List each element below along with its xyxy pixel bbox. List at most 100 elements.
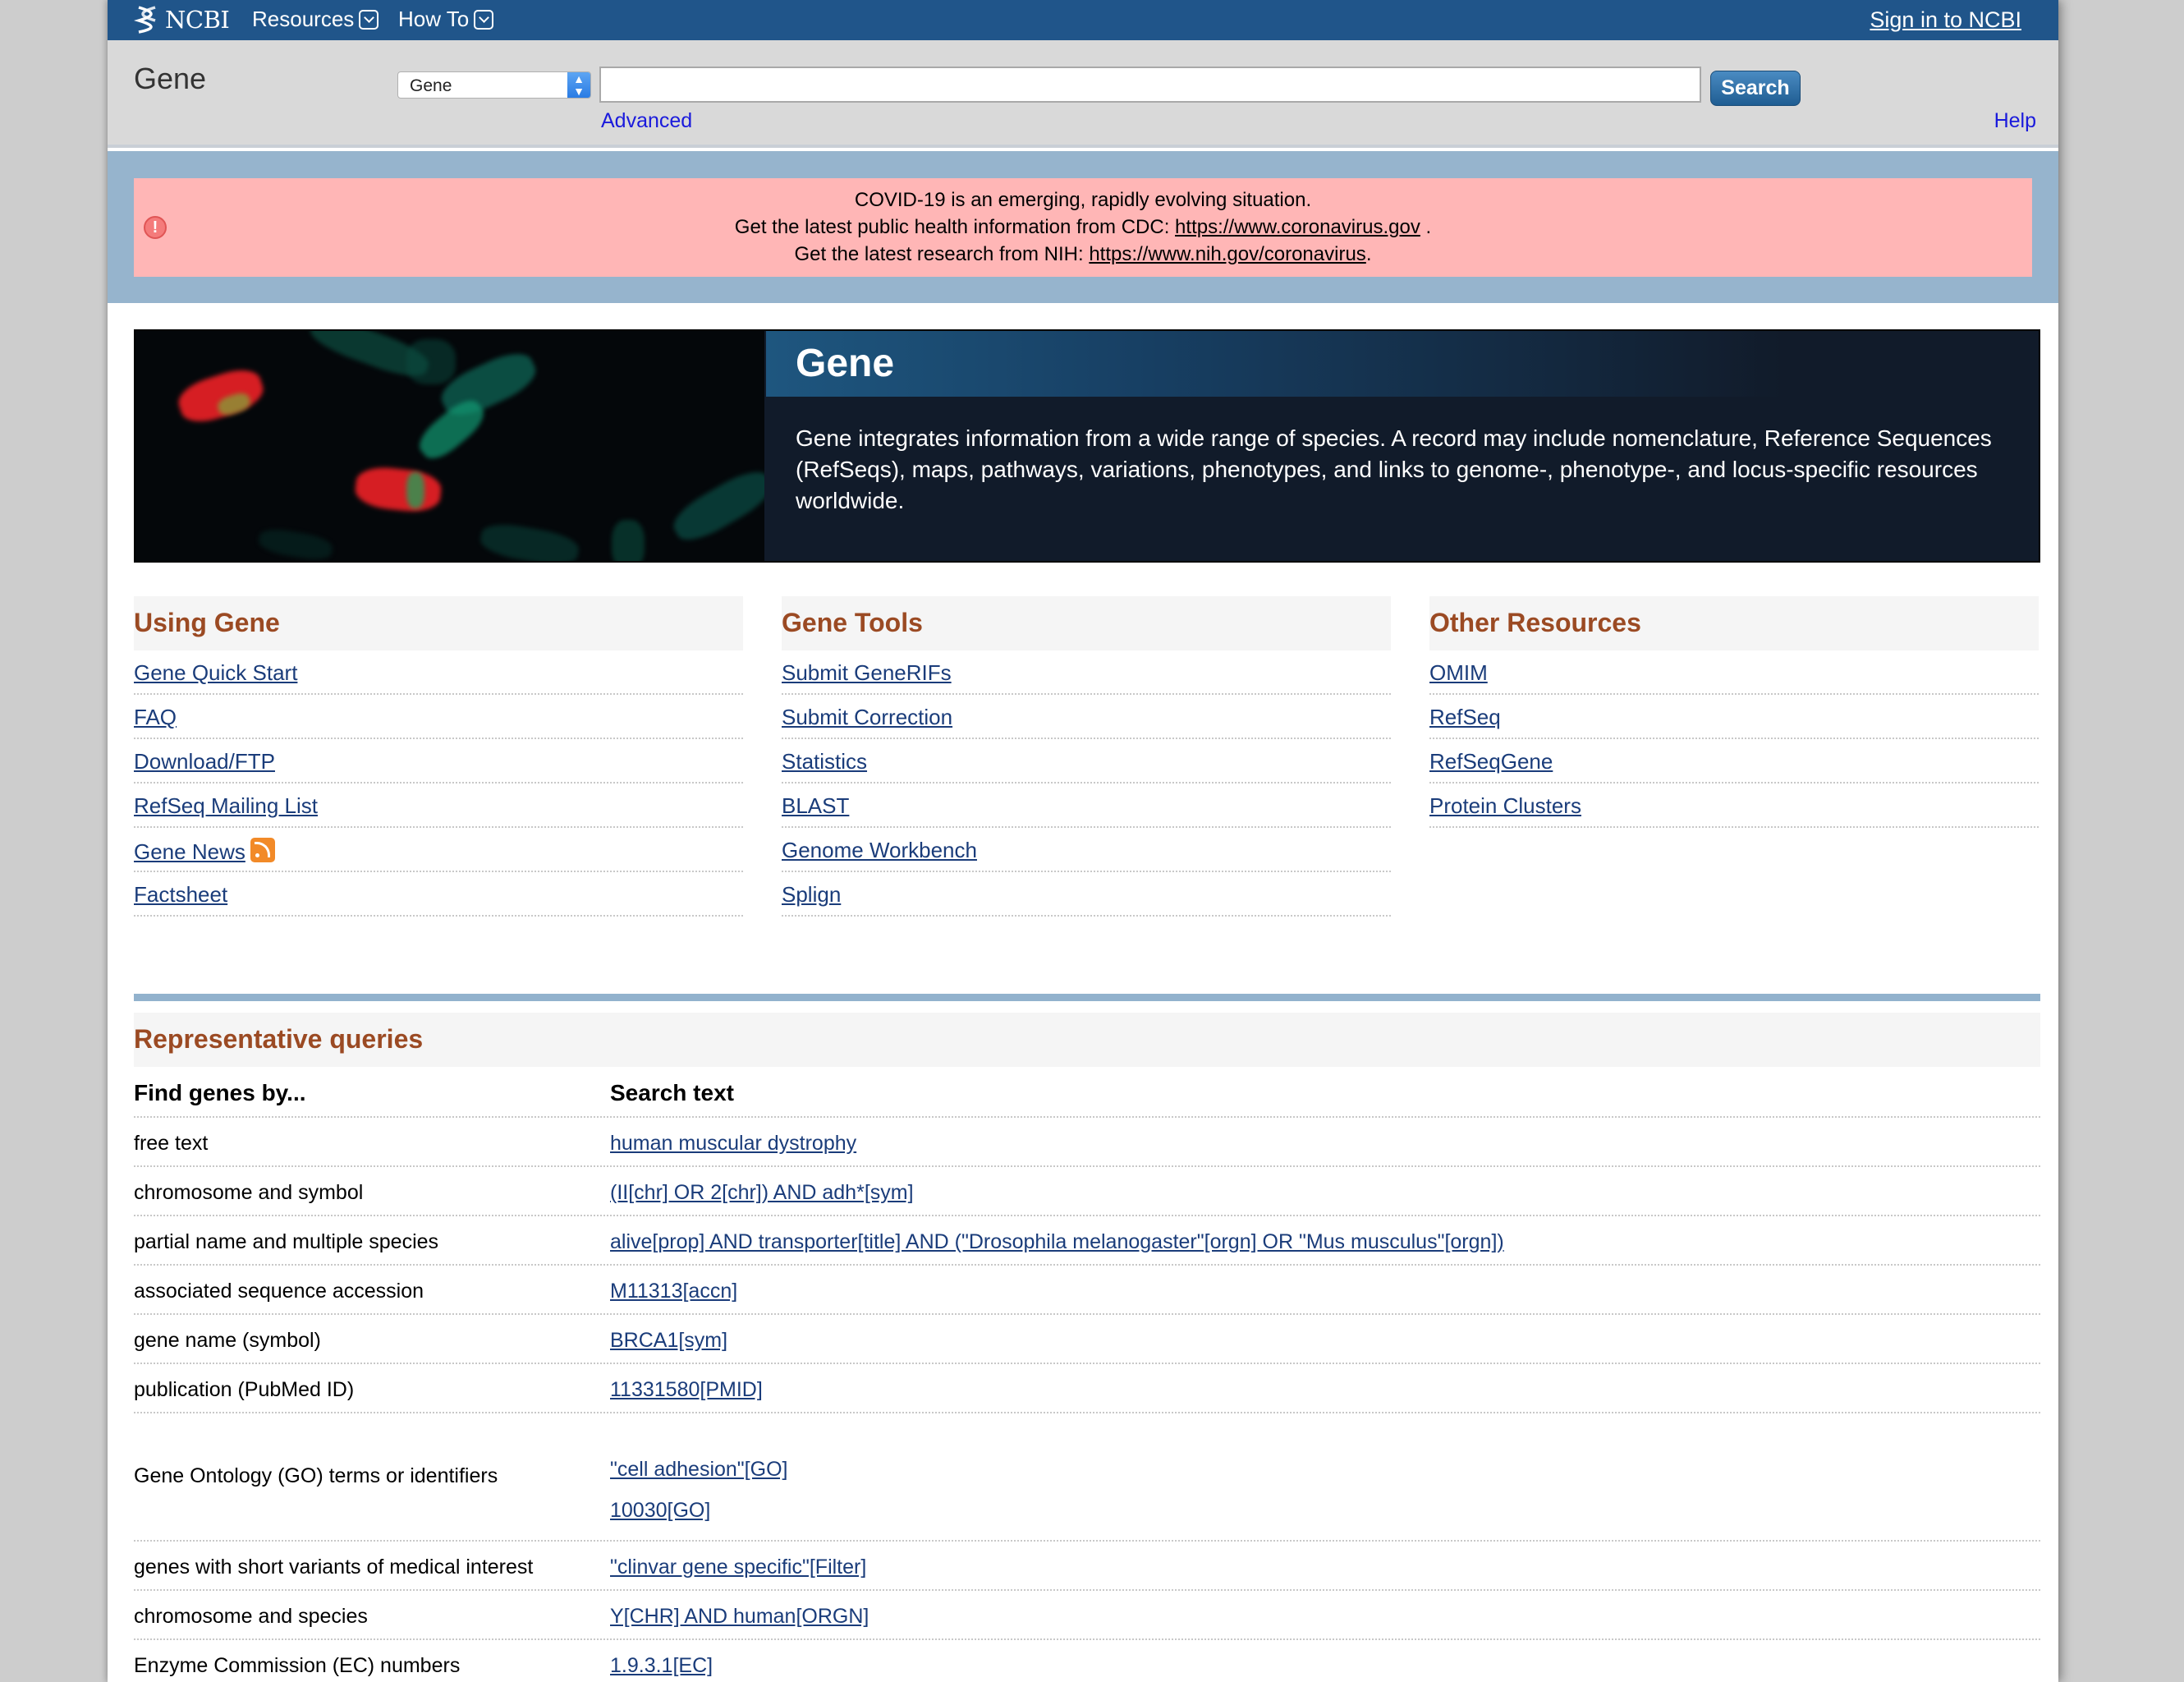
hero-title-band	[766, 331, 2039, 397]
alert-line-1: COVID-19 is an emerging, rapidly evolvin…	[854, 189, 1312, 211]
database-title: Gene	[134, 62, 207, 95]
omim-link[interactable]: OMIM	[1429, 660, 1488, 685]
list-item: Submit GeneRIFs	[782, 650, 1391, 695]
blast-link[interactable]: BLAST	[782, 793, 849, 818]
query-link[interactable]: Y[CHR] AND human[ORGN]	[610, 1605, 869, 1629]
search-input[interactable]	[599, 67, 1701, 103]
query-label: Enzyme Commission (EC) numbers	[134, 1654, 461, 1677]
table-row: free text human muscular dystrophy	[134, 1118, 2040, 1167]
database-select[interactable]: Gene ▲ ▼	[397, 71, 591, 99]
table-row: partial name and multiple species alive[…	[134, 1216, 2040, 1266]
genome-workbench-link[interactable]: Genome Workbench	[782, 838, 977, 862]
alert-line-2: Get the latest public health information…	[134, 214, 2032, 241]
warning-icon: !	[144, 216, 167, 239]
using-gene-section: Using Gene Gene Quick Start FAQ Download…	[134, 596, 743, 917]
refseq-mailing-list-link[interactable]: RefSeq Mailing List	[134, 793, 318, 818]
query-link[interactable]: 11331580[PMID]	[610, 1378, 763, 1402]
section-divider	[134, 994, 2040, 1001]
query-label: chromosome and species	[134, 1605, 368, 1628]
list-item: Statistics	[782, 739, 1391, 784]
query-link[interactable]: "clinvar gene specific"[Filter]	[610, 1556, 866, 1579]
list-item: OMIM	[1429, 650, 2039, 695]
resources-menu-label: Resources	[252, 7, 355, 31]
query-label: gene name (symbol)	[134, 1329, 321, 1352]
ncbi-helix-icon	[134, 6, 156, 34]
alert-band: ! COVID-19 is an emerging, rapidly evolv…	[108, 151, 2058, 303]
refseq-link[interactable]: RefSeq	[1429, 705, 1501, 729]
advanced-search-link[interactable]: Advanced	[601, 109, 692, 133]
query-label: free text	[134, 1132, 209, 1155]
representative-queries-heading: Representative queries	[134, 1013, 2040, 1067]
download-ftp-link[interactable]: Download/FTP	[134, 749, 275, 774]
list-item: Gene News	[134, 828, 743, 872]
gene-quick-start-link[interactable]: Gene Quick Start	[134, 660, 297, 685]
query-link[interactable]: BRCA1[sym]	[610, 1329, 727, 1353]
select-arrows-icon: ▲ ▼	[567, 72, 590, 98]
query-label: genes with short variants of medical int…	[134, 1556, 534, 1579]
query-link[interactable]: M11313[accn]	[610, 1280, 737, 1303]
query-link[interactable]: "cell adhesion"[GO]	[610, 1458, 787, 1482]
column-header: Find genes by...	[134, 1080, 306, 1105]
alert-line-2-suffix: .	[1425, 216, 1432, 238]
query-link[interactable]: 10030[GO]	[610, 1499, 710, 1523]
section-heading: Using Gene	[134, 596, 743, 650]
query-label: publication (PubMed ID)	[134, 1378, 355, 1401]
sign-in-link[interactable]: Sign in to NCBI	[1870, 7, 2021, 33]
other-resources-section: Other Resources OMIM RefSeq RefSeqGene P…	[1429, 596, 2039, 828]
gene-news-link[interactable]: Gene News	[134, 839, 245, 864]
nih-link[interactable]: https://www.nih.gov/coronavirus	[1089, 243, 1366, 265]
page: NCBI Resources How To Sign in to NCBI Ge…	[108, 0, 2058, 1682]
list-item: Factsheet	[134, 872, 743, 917]
list-item: Gene Quick Start	[134, 650, 743, 695]
help-link[interactable]: Help	[1994, 109, 2036, 133]
gene-tools-section: Gene Tools Submit GeneRIFs Submit Correc…	[782, 596, 1391, 917]
list-item: BLAST	[782, 784, 1391, 828]
list-item: RefSeq Mailing List	[134, 784, 743, 828]
table-row: associated sequence accession M11313[acc…	[134, 1266, 2040, 1315]
alert-line-3: Get the latest research from NIH: https:…	[134, 241, 2032, 268]
table-row: chromosome and species Y[CHR] AND human[…	[134, 1591, 2040, 1640]
search-button[interactable]: Search	[1710, 71, 1801, 106]
list-item: Genome Workbench	[782, 828, 1391, 872]
rss-feed-icon[interactable]	[250, 838, 275, 862]
faq-link[interactable]: FAQ	[134, 705, 177, 729]
list-item: Protein Clusters	[1429, 784, 2039, 828]
list-item: FAQ	[134, 695, 743, 739]
alert-line-3-text: Get the latest research from NIH:	[794, 243, 1084, 265]
query-label: partial name and multiple species	[134, 1230, 439, 1253]
query-link[interactable]: 1.9.3.1[EC]	[610, 1654, 713, 1678]
ncbi-logo[interactable]: NCBI	[134, 3, 230, 36]
list-item: RefSeqGene	[1429, 739, 2039, 784]
howto-menu[interactable]: How To	[398, 7, 494, 32]
cdc-link[interactable]: https://www.coronavirus.gov	[1175, 216, 1420, 238]
column-header: Search text	[610, 1080, 734, 1105]
factsheet-link[interactable]: Factsheet	[134, 882, 227, 907]
hero-title: Gene	[796, 342, 895, 385]
splign-link[interactable]: Splign	[782, 882, 841, 907]
hero-description: Gene integrates information from a wide …	[796, 425, 1992, 513]
chromosome-image	[135, 331, 764, 561]
query-link[interactable]: (II[chr] OR 2[chr]) AND adh*[sym]	[610, 1181, 914, 1205]
alert-line-2-text: Get the latest public health information…	[734, 216, 1170, 238]
table-row: Gene Ontology (GO) terms or identifiers …	[134, 1413, 2040, 1542]
table-row: gene name (symbol) BRCA1[sym]	[134, 1315, 2040, 1364]
protein-clusters-link[interactable]: Protein Clusters	[1429, 793, 1581, 818]
statistics-link[interactable]: Statistics	[782, 749, 867, 774]
table-row: genes with short variants of medical int…	[134, 1542, 2040, 1591]
list-item: RefSeq	[1429, 695, 2039, 739]
list-item: Splign	[782, 872, 1391, 917]
howto-menu-label: How To	[398, 7, 470, 31]
query-label: Gene Ontology (GO) terms or identifiers	[134, 1464, 498, 1487]
query-label: chromosome and symbol	[134, 1181, 364, 1204]
ncbi-header: NCBI Resources How To Sign in to NCBI	[108, 0, 2058, 40]
search-bar: Gene Gene ▲ ▼ Search Advanced Help	[108, 40, 2058, 148]
list-item: Submit Correction	[782, 695, 1391, 739]
query-link[interactable]: alive[prop] AND transporter[title] AND (…	[610, 1230, 1504, 1254]
refseqgene-link[interactable]: RefSeqGene	[1429, 749, 1553, 774]
query-link[interactable]: human muscular dystrophy	[610, 1132, 856, 1156]
submit-generifs-link[interactable]: Submit GeneRIFs	[782, 660, 952, 685]
resources-menu[interactable]: Resources	[252, 7, 379, 32]
database-select-value: Gene	[410, 76, 452, 95]
table-row: publication (PubMed ID) 11331580[PMID]	[134, 1364, 2040, 1413]
submit-correction-link[interactable]: Submit Correction	[782, 705, 952, 729]
